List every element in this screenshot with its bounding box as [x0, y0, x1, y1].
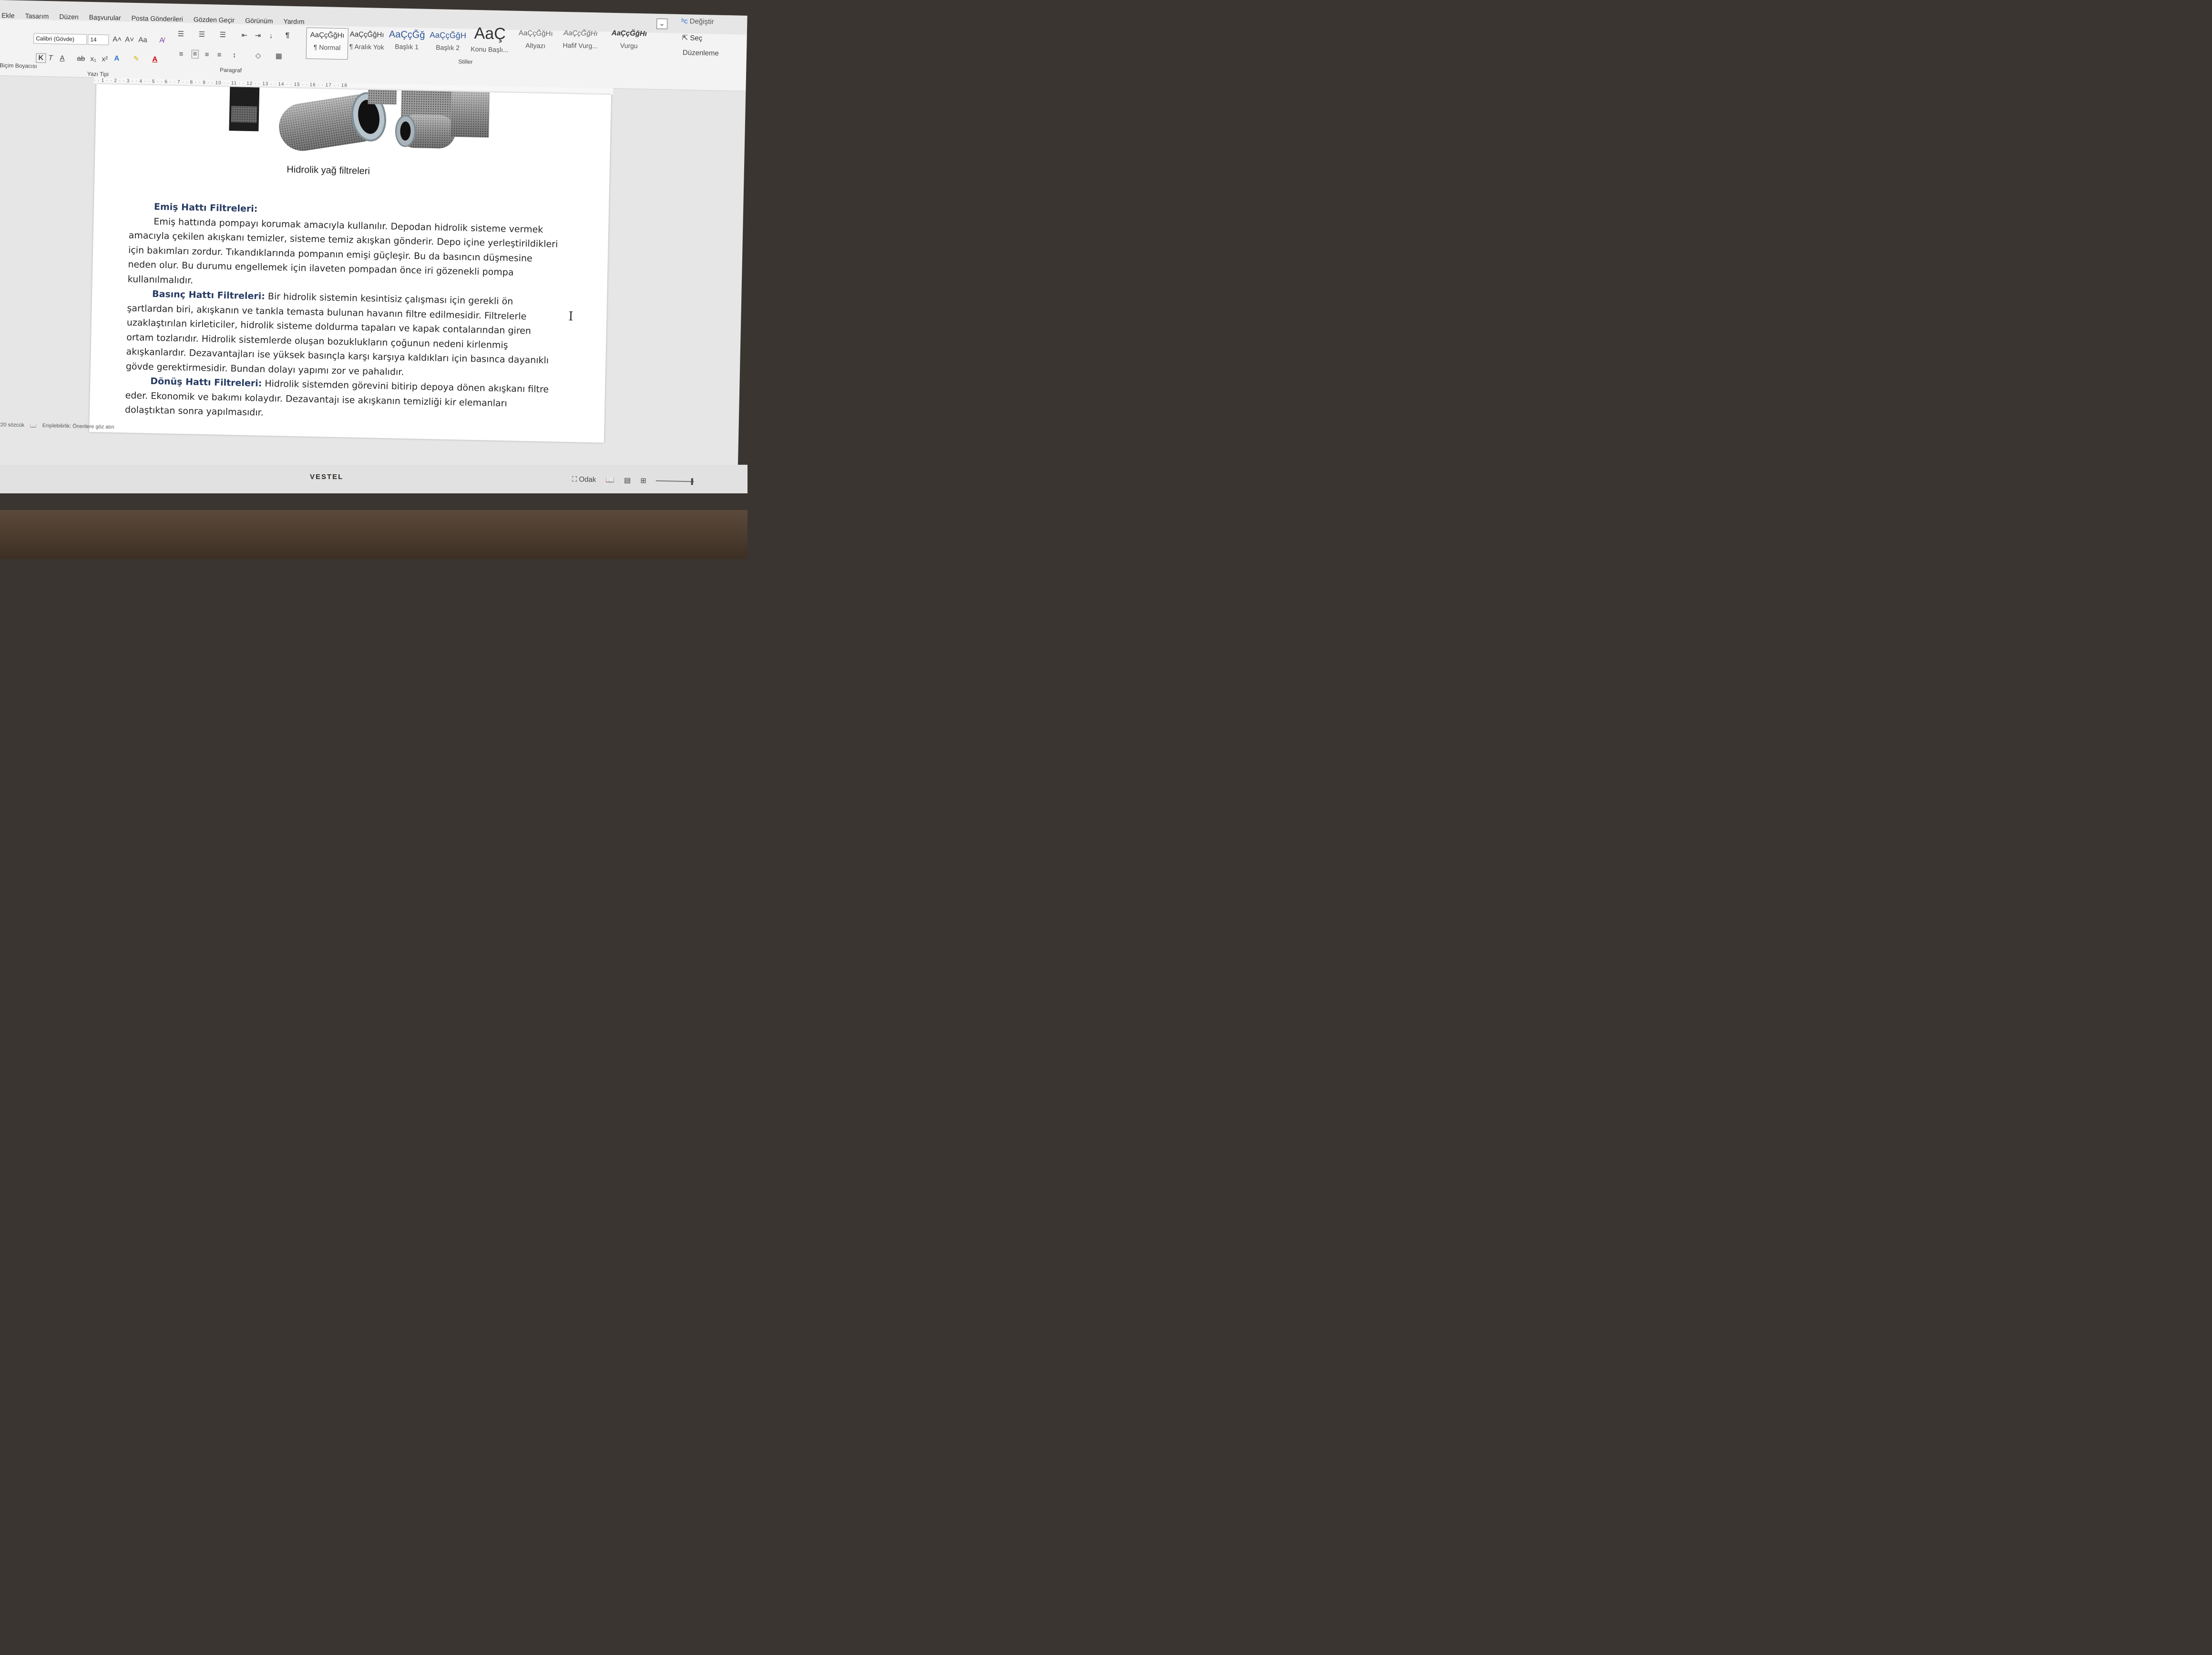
numbering-icon[interactable]: ☰ — [198, 31, 205, 39]
style-emphasis[interactable]: AaÇçĞğHı Vurgu — [608, 26, 650, 58]
bullets-icon[interactable]: ☰ — [177, 30, 184, 38]
change-case-button[interactable]: Aa — [138, 36, 147, 44]
monitor-brand-logo: VESTEL — [310, 473, 344, 481]
menu-basvurular[interactable]: Başvurular — [89, 13, 121, 21]
desk-surface — [0, 510, 748, 559]
bold-button[interactable]: K — [36, 53, 46, 63]
style-heading-2[interactable]: AaÇçĞğH Başlık 2 — [427, 28, 469, 60]
multilevel-list-icon[interactable]: ☰ — [219, 31, 226, 39]
justify-icon[interactable]: ≡ — [217, 51, 222, 59]
menu-yardim[interactable]: Yardım — [283, 17, 304, 25]
menu-gozden-gecir[interactable]: Gözden Geçir — [194, 16, 235, 24]
highlight-color-icon[interactable]: ✎ — [133, 55, 139, 63]
align-center-icon[interactable]: ≡ — [191, 50, 199, 59]
paragraph-return-filters: Dönüş Hattı Filtreleri: Hidrolik sistemd… — [125, 374, 560, 427]
style-heading-1[interactable]: AaÇçĞğ Başlık 1 — [386, 27, 428, 59]
text-cursor-icon: I — [568, 309, 573, 324]
font-color-icon[interactable]: A — [152, 55, 157, 63]
subscript-button[interactable]: x₁ — [90, 55, 96, 63]
heading-return-filters: Dönüş Hattı Filtreleri: — [150, 376, 262, 389]
zoom-slider-thumb[interactable] — [691, 478, 693, 485]
menu-ekle[interactable]: Ekle — [1, 11, 15, 20]
style-no-spacing[interactable]: AaÇçĞğHı ¶ Aralık Yok — [346, 27, 388, 59]
increase-indent-icon[interactable]: ⇥ — [255, 31, 261, 40]
superscript-button[interactable]: x² — [102, 55, 108, 63]
read-mode-icon[interactable]: 📖 — [605, 475, 614, 484]
underline-button[interactable]: A — [60, 54, 64, 62]
show-formatting-button[interactable]: ¶ — [285, 31, 289, 40]
menu-duzen[interactable]: Düzen — [59, 13, 79, 21]
word-window: Ekle Tasarım Düzen Başvurular Posta Gönd… — [0, 0, 748, 492]
paragraph-pressure-filters: Basınç Hattı Filtreleri: Bir hidrolik si… — [126, 286, 562, 383]
decrease-indent-icon[interactable]: ⇤ — [241, 31, 247, 40]
heading-pressure-filters: Basınç Hattı Filtreleri: — [152, 288, 266, 302]
document-body[interactable]: Emiş Hattı Filtreleri: Emiş hattında pom… — [125, 199, 563, 426]
focus-icon: ⛶ — [572, 475, 577, 483]
strikethrough-button[interactable]: ab — [77, 54, 85, 62]
shrink-font-button[interactable]: A˅ — [125, 36, 134, 44]
pressure-filters-text: Bir hidrolik sistemin kesintisiz çalışma… — [125, 291, 549, 378]
web-layout-icon[interactable]: ⊞ — [640, 476, 646, 485]
paragraph-suction-filters: Emiş hattında pompayı korumak amacıyla k… — [127, 216, 558, 286]
clear-formatting-icon[interactable]: A̸ — [159, 36, 164, 44]
editing-group-label: Düzenleme — [682, 49, 719, 58]
zoom-slider[interactable] — [655, 478, 694, 485]
replace-icon: ᵇc — [681, 17, 688, 26]
text-effects-icon[interactable]: A — [114, 54, 119, 62]
menu-gorunum[interactable]: Görünüm — [245, 17, 273, 25]
borders-icon[interactable]: ▦ — [275, 52, 282, 60]
italic-button[interactable]: T — [48, 54, 53, 62]
menu-tasarim[interactable]: Tasarım — [25, 12, 49, 20]
focus-mode-button[interactable]: ⛶ Odak — [572, 475, 596, 483]
select-button[interactable]: ⇱ Seç — [682, 33, 702, 42]
print-layout-icon[interactable]: ▤ — [624, 476, 631, 484]
align-left-icon[interactable]: ≡ — [179, 50, 184, 58]
format-painter-button[interactable]: Biçim Boyacısı — [0, 62, 37, 70]
image-caption: Hidrolik yağ filtreleri — [287, 164, 370, 177]
proofing-book-icon[interactable]: 📖 — [30, 422, 37, 429]
hydraulic-filters-image — [229, 87, 490, 151]
font-family-select[interactable]: Calibri (Gövde) — [33, 33, 87, 45]
style-normal[interactable]: AaÇçĞğHı ¶ Normal — [306, 27, 348, 60]
font-group-label: Yazı Tipi — [87, 70, 109, 78]
style-title[interactable]: AaÇ Konu Başlı... — [469, 26, 511, 58]
styles-gallery-more-icon[interactable]: ⌄ — [656, 18, 668, 30]
cursor-arrow-icon: ⇱ — [682, 33, 688, 42]
style-subtle-emphasis[interactable]: AaÇçĞğHı Hafif Vurg... — [560, 26, 601, 58]
paragraph-group-label: Paragraf — [219, 66, 242, 74]
accessibility-status[interactable]: Erişilebilirlik: Önerilere göz atın — [42, 423, 114, 430]
styles-group-label: Stiller — [458, 58, 473, 65]
line-spacing-icon[interactable]: ↕ — [233, 51, 236, 59]
shading-icon[interactable]: ◇ — [255, 51, 261, 60]
word-count[interactable]: 220 sözcük — [0, 422, 24, 428]
document-page[interactable]: Hidrolik yağ filtreleri Emiş Hattı Filtr… — [89, 84, 612, 443]
replace-button[interactable]: ᵇc Değiştir — [681, 17, 714, 26]
sort-icon[interactable]: ↓ — [269, 32, 273, 40]
grow-font-button[interactable]: A˄ — [113, 35, 122, 43]
style-subtitle[interactable]: AaÇçĞğHı Altyazı — [515, 26, 556, 58]
align-right-icon[interactable]: ≡ — [205, 51, 209, 59]
font-size-select[interactable]: 14 — [88, 34, 109, 45]
